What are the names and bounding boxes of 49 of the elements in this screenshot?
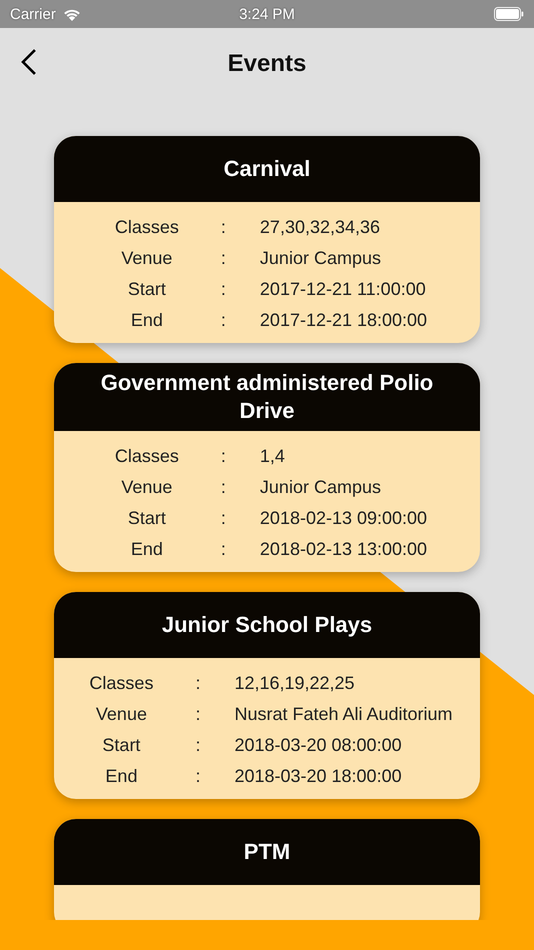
detail-value: Junior Campus bbox=[260, 247, 382, 269]
detail-value: 2017-12-21 11:00:00 bbox=[260, 278, 427, 300]
detail-value: 2018-02-13 13:00:00 bbox=[260, 538, 428, 560]
detail-label: End bbox=[130, 538, 164, 560]
detail-separator: : bbox=[220, 538, 226, 560]
detail-value: Junior Campus bbox=[260, 476, 382, 498]
back-icon[interactable] bbox=[20, 49, 36, 75]
detail-value: 27,30,32,34,36 bbox=[260, 216, 382, 238]
detail-label: End bbox=[130, 309, 164, 331]
event-card[interactable]: PTM bbox=[54, 819, 480, 920]
detail-separator: : bbox=[220, 507, 226, 529]
event-title: Carnival bbox=[224, 155, 310, 183]
event-title: Government administered Polio Drive bbox=[100, 369, 434, 425]
detail-value: 2017-12-21 18:00:00 bbox=[260, 309, 428, 331]
detail-label: End bbox=[104, 765, 138, 787]
detail-separator: : bbox=[220, 309, 226, 331]
detail-label: Start bbox=[101, 734, 142, 756]
detail-separator: : bbox=[195, 734, 200, 756]
detail-label: Venue bbox=[120, 476, 174, 498]
event-card[interactable]: Junior School Plays Classes : 12,16,19,22,25 Venue : Nusrat Fateh Ali Auditorium Start : 2018-03-20 08:00:00 End : 2018-03-20 18:00:00 bbox=[54, 592, 480, 799]
detail-separator: : bbox=[220, 247, 226, 269]
battery-icon bbox=[494, 7, 524, 21]
event-title: PTM bbox=[244, 838, 290, 866]
detail-value: 2018-02-13 09:00:00 bbox=[260, 507, 428, 529]
detail-label: Classes bbox=[114, 216, 180, 238]
event-card[interactable]: Carnival Classes : 27,30,32,34,36 Venue : Junior Campus Start : 2017-12-21 11:00:00 End : 2017-12-21 18:00:00 bbox=[54, 136, 480, 343]
detail-value: 2018-03-20 18:00:00 bbox=[234, 765, 403, 787]
screen-title: Events bbox=[228, 50, 306, 78]
event-card[interactable]: Government administered Polio Drive Classes : 1,4 Venue : Junior Campus Start : 2018-02-13 09:00:00 End : 2018-02-13 13:00:00 bbox=[54, 363, 480, 572]
detail-label: Classes bbox=[114, 445, 180, 467]
detail-separator: : bbox=[195, 765, 200, 787]
detail-label: Venue bbox=[94, 703, 148, 725]
detail-label: Start bbox=[126, 278, 167, 300]
detail-separator: : bbox=[220, 445, 226, 467]
detail-value: 12,16,19,22,25 bbox=[234, 672, 356, 694]
carrier-label: Carrier bbox=[10, 6, 56, 22]
detail-separator: : bbox=[220, 216, 226, 238]
detail-value: Nusrat Fateh Ali Auditorium bbox=[234, 703, 453, 725]
detail-separator: : bbox=[220, 278, 226, 300]
detail-label: Venue bbox=[120, 247, 174, 269]
detail-value: 1,4 bbox=[260, 445, 286, 467]
detail-separator: : bbox=[220, 476, 226, 498]
detail-separator: : bbox=[195, 672, 200, 694]
detail-value: 2018-03-20 08:00:00 bbox=[234, 734, 403, 756]
status-time: 3:24 PM bbox=[239, 6, 295, 22]
detail-label: Classes bbox=[88, 672, 154, 694]
event-title: Junior School Plays bbox=[162, 611, 372, 639]
detail-separator: : bbox=[195, 703, 200, 725]
detail-label: Start bbox=[126, 507, 167, 529]
